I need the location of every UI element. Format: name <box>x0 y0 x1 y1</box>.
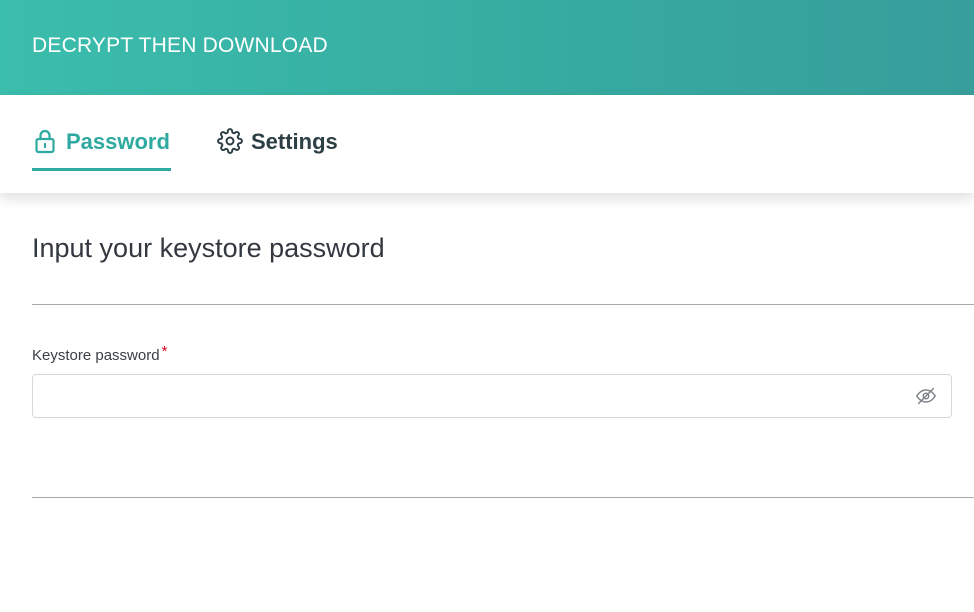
keystore-password-input[interactable] <box>33 375 917 415</box>
main-content: Input your keystore password Keystore pa… <box>0 193 974 612</box>
divider <box>32 497 974 498</box>
required-marker: * <box>161 343 168 360</box>
tab-password-label: Password <box>66 129 170 154</box>
tab-bar: Password Settings <box>0 95 974 193</box>
keystore-password-field <box>32 374 952 418</box>
tab-settings-label: Settings <box>251 129 338 154</box>
section-title: Input your keystore password <box>32 233 385 263</box>
gear-icon <box>217 128 243 154</box>
active-tab-indicator <box>32 168 171 171</box>
app-header: DECRYPT THEN DOWNLOAD <box>0 0 974 95</box>
eye-slash-icon[interactable] <box>915 385 937 407</box>
field-label-text: Keystore password <box>32 347 160 364</box>
header-title: DECRYPT THEN DOWNLOAD <box>32 34 328 57</box>
keystore-password-label: Keystore password * <box>32 343 167 364</box>
tab-password[interactable]: Password <box>32 123 171 171</box>
lock-icon <box>32 128 58 154</box>
divider <box>32 304 974 305</box>
tab-settings[interactable]: Settings <box>217 123 339 171</box>
